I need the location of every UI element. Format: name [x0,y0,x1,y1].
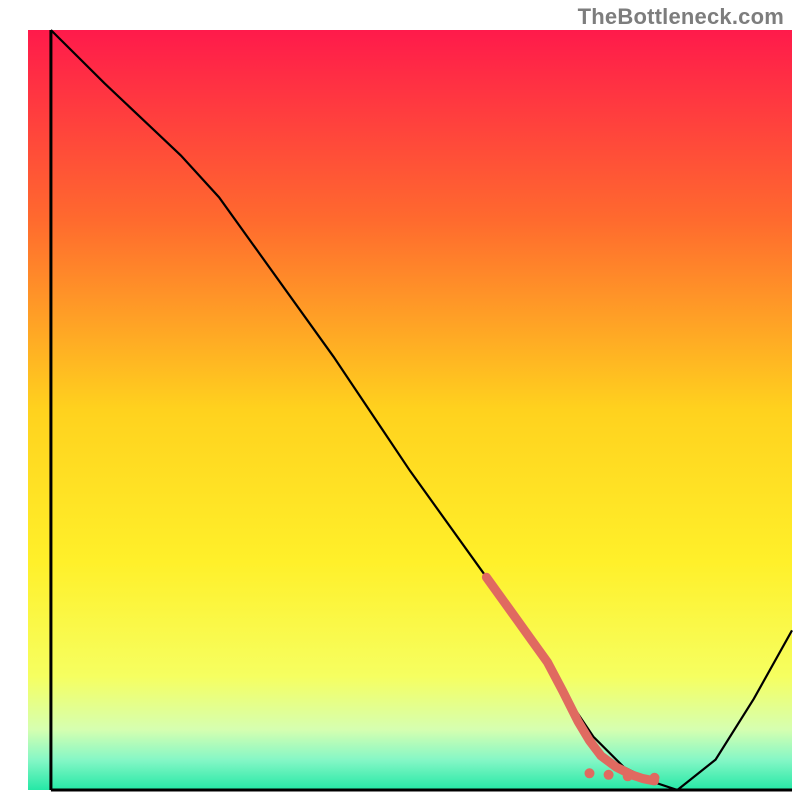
highlight-dot [604,770,614,780]
plot-background [28,30,792,790]
highlight-dot [623,771,633,781]
highlight-dot [585,768,595,778]
chart-frame: TheBottleneck.com [0,0,800,800]
bottleneck-plot [0,0,800,800]
highlight-dot [650,773,660,783]
